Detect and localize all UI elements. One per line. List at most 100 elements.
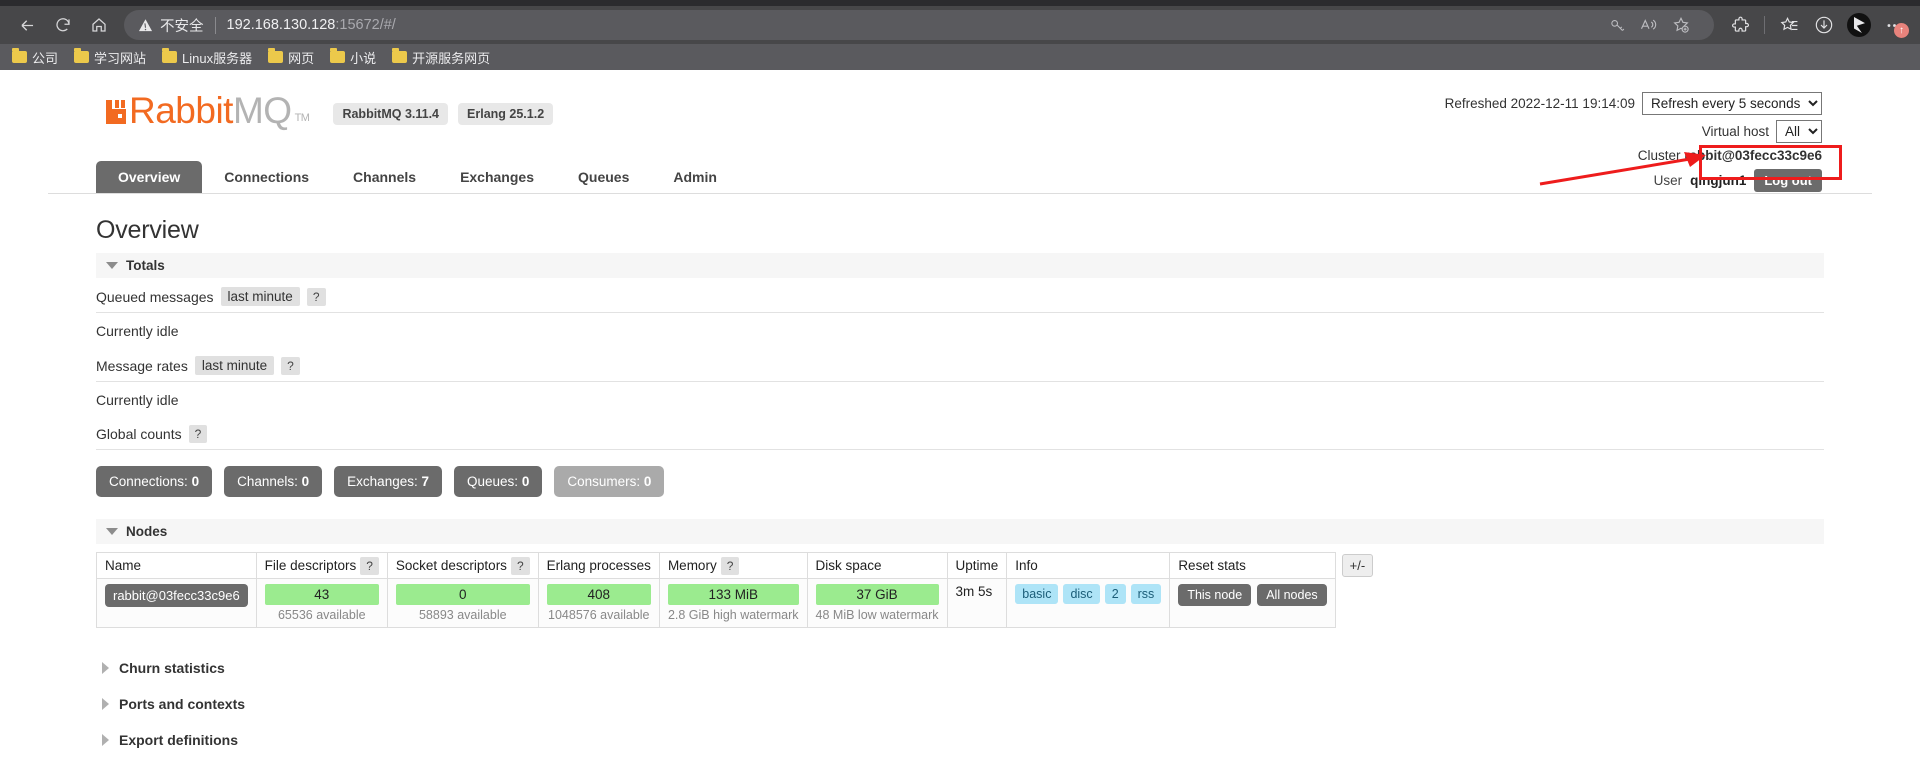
page-container: Rabbit MQ TM RabbitMQ 3.11.4 Erlang 25.1.2… <box>48 70 1872 760</box>
nodes-table-wrapper: Name File descriptors? Socket descriptor… <box>96 552 1824 628</box>
section-export-definitions-label: Export definitions <box>119 732 238 748</box>
file-descriptors-help-icon[interactable]: ? <box>360 557 379 575</box>
tab-channels[interactable]: Channels <box>331 161 438 193</box>
reload-icon[interactable] <box>46 10 80 40</box>
url-host: 192.168.130.128 <box>226 17 336 33</box>
col-name[interactable]: Name <box>96 552 257 579</box>
col-uptime[interactable]: Uptime <box>946 552 1008 579</box>
info-badge-disc[interactable]: disc <box>1063 584 1100 604</box>
socket-descriptors-help-icon[interactable]: ? <box>510 557 530 575</box>
read-aloud-icon[interactable] <box>1634 12 1664 38</box>
col-file-descriptors[interactable]: File descriptors? <box>255 552 388 579</box>
col-erlang-processes[interactable]: Erlang processes <box>537 552 660 579</box>
section-ports-and-contexts[interactable]: Ports and contexts <box>96 686 1824 722</box>
message-rates-status: Currently idle <box>96 392 179 408</box>
erlang-processes-bar: 408 <box>546 584 651 605</box>
virtual-host-select[interactable]: All <box>1776 120 1822 143</box>
rabbitmq-logo[interactable]: Rabbit MQ TM <box>106 90 310 131</box>
bookmark-item[interactable]: 网页 <box>268 48 314 67</box>
count-badge-exchanges[interactable]: Exchanges: 7 <box>334 466 442 497</box>
info-badge-rss[interactable]: rss <box>1130 584 1162 604</box>
home-icon[interactable] <box>82 10 116 40</box>
message-rates-help-icon[interactable]: ? <box>281 356 300 375</box>
count-badge-consumers[interactable]: Consumers: 0 <box>554 466 665 497</box>
col-reset-stats[interactable]: Reset stats <box>1169 552 1336 579</box>
cluster-name: rabbit@03fecc33c9e6 <box>1684 148 1822 163</box>
socket-descriptors-bar: 0 <box>395 584 530 605</box>
rabbitmq-version-badge: RabbitMQ 3.11.4 <box>333 103 449 125</box>
toggle-columns-button[interactable]: +/- <box>1341 554 1374 577</box>
nodes-table-body: rabbit@03fecc33c9e6 43 65536 available 0… <box>96 578 1336 628</box>
downloads-icon[interactable] <box>1808 10 1840 40</box>
queued-messages-period-chip[interactable]: last minute <box>220 287 300 306</box>
reset-this-node-button[interactable]: This node <box>1178 584 1252 606</box>
main-content: Overview Totals Queued messages last min… <box>48 216 1872 760</box>
logo-text-rabbit: Rabbit <box>129 90 233 131</box>
totals-section-label: Totals <box>126 258 165 273</box>
refreshed-timestamp: Refreshed 2022-12-11 19:14:09 <box>1444 96 1635 111</box>
favorites-list-icon[interactable] <box>1773 10 1805 40</box>
reset-all-nodes-button[interactable]: All nodes <box>1257 584 1327 606</box>
address-bar[interactable]: 不安全 192.168.130.128:15672/#/ <box>124 10 1714 40</box>
node-name-badge[interactable]: rabbit@03fecc33c9e6 <box>105 584 248 607</box>
global-counts-badges: Connections: 0 Channels: 0 Exchanges: 7 … <box>96 450 1824 505</box>
tab-queues[interactable]: Queues <box>556 161 651 193</box>
extensions-icon[interactable] <box>1724 10 1756 40</box>
totals-section-header[interactable]: Totals <box>96 253 1824 278</box>
logo-text-mq: MQ <box>232 90 292 131</box>
avatar <box>1847 13 1871 37</box>
rabbitmq-logo-icon <box>106 98 126 124</box>
profile-avatar[interactable] <box>1843 10 1875 40</box>
bookmark-item[interactable]: 学习网站 <box>74 48 146 67</box>
tab-admin[interactable]: Admin <box>651 161 739 193</box>
tab-exchanges[interactable]: Exchanges <box>438 161 556 193</box>
col-socket-descriptors[interactable]: Socket descriptors? <box>386 552 539 579</box>
info-badge-basic[interactable]: basic <box>1015 584 1059 604</box>
global-counts-help-icon[interactable]: ? <box>188 425 208 443</box>
add-favorite-icon[interactable] <box>1666 12 1696 38</box>
count-badge-queues[interactable]: Queues: 0 <box>454 466 543 497</box>
queued-messages-help-icon[interactable]: ? <box>306 287 326 306</box>
socket-descriptors-sub: 58893 available <box>418 608 507 622</box>
count-label-channels: Channels: <box>237 474 298 489</box>
url-text: 192.168.130.128:15672/#/ <box>227 17 396 33</box>
global-counts-label: Global counts <box>96 426 182 442</box>
tab-connections[interactable]: Connections <box>202 161 331 193</box>
bookmark-label: 公司 <box>32 50 59 66</box>
table-header-row: Name File descriptors? Socket descriptor… <box>96 552 1336 579</box>
col-disk-space[interactable]: Disk space <box>806 552 948 579</box>
settings-and-more-icon[interactable]: ↑ <box>1878 10 1910 40</box>
folder-icon <box>12 48 27 63</box>
count-badge-channels[interactable]: Channels: 0 <box>224 466 323 497</box>
bookmark-label: 开源服务网页 <box>412 50 491 66</box>
password-key-icon[interactable] <box>1602 12 1632 38</box>
count-badge-connections[interactable]: Connections: 0 <box>96 466 213 497</box>
bookmark-item[interactable]: 小说 <box>330 48 376 67</box>
section-export-definitions[interactable]: Export definitions <box>96 722 1824 758</box>
cell-info: basic disc 2 rss <box>1006 578 1171 628</box>
refresh-row: Refreshed 2022-12-11 19:14:09 Refresh ev… <box>1445 92 1822 115</box>
section-churn-statistics[interactable]: Churn statistics <box>96 650 1824 686</box>
memory-help-icon[interactable]: ? <box>720 557 740 575</box>
chevron-down-icon <box>106 528 118 535</box>
message-rates-period-chip[interactable]: last minute <box>194 356 275 375</box>
col-file-descriptors-label: File descriptors <box>264 558 357 573</box>
erlang-version-badge: Erlang 25.1.2 <box>458 103 554 125</box>
logout-button[interactable]: Log out <box>1754 169 1822 192</box>
trademark-label: TM <box>294 112 310 124</box>
info-badge-count[interactable]: 2 <box>1104 584 1126 604</box>
bookmark-item[interactable]: Linux服务器 <box>162 48 252 67</box>
nodes-section-header[interactable]: Nodes <box>96 519 1824 544</box>
bookmark-label: Linux服务器 <box>182 50 253 66</box>
nodes-section-label: Nodes <box>126 524 168 539</box>
col-memory[interactable]: Memory? <box>658 552 808 579</box>
tab-overview[interactable]: Overview <box>96 161 203 193</box>
refresh-interval-select[interactable]: Refresh every 5 seconds <box>1642 92 1822 115</box>
user-label: User <box>1653 173 1683 188</box>
bookmark-item[interactable]: 开源服务网页 <box>392 48 490 67</box>
memory-bar: 133 MiB <box>667 584 799 605</box>
bookmark-item[interactable]: 公司 <box>12 48 58 67</box>
back-icon[interactable] <box>10 10 44 40</box>
count-value-queues: 0 <box>521 474 530 489</box>
col-info[interactable]: Info <box>1006 552 1171 579</box>
